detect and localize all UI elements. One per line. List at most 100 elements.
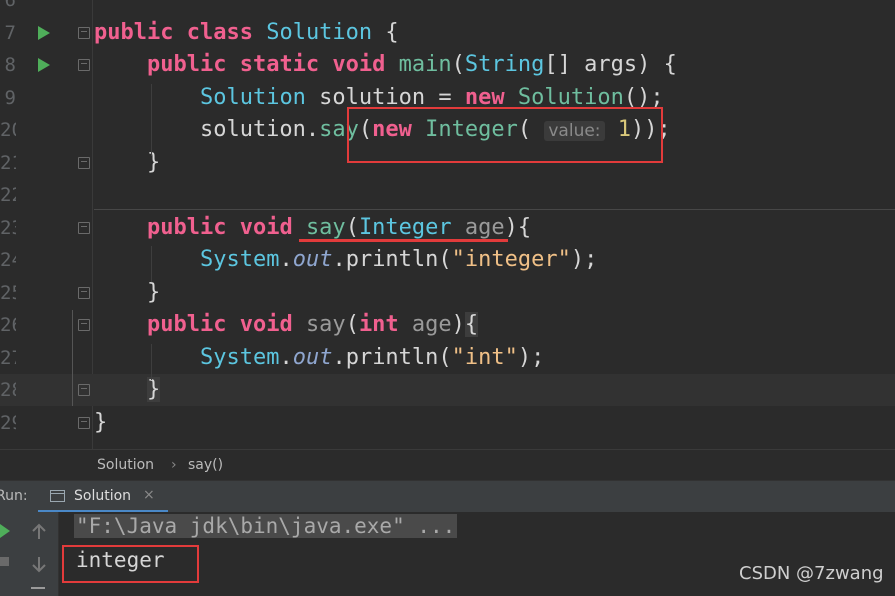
highlight-box-call xyxy=(347,107,663,163)
code-token: say xyxy=(305,214,346,240)
line-number: 8 xyxy=(4,54,16,76)
line-number: 28 xyxy=(0,379,16,401)
fold-icon[interactable] xyxy=(78,416,90,429)
line-number: 9 xyxy=(4,86,16,109)
line-number: 22 xyxy=(0,184,16,206)
run-gutter-icon[interactable] xyxy=(38,25,50,40)
code-line[interactable]: 27 System.out.println("int"); xyxy=(0,342,895,374)
code-line[interactable]: 28 } xyxy=(0,374,895,406)
down-arrow-icon[interactable] xyxy=(32,557,46,573)
code-token: age xyxy=(411,312,452,337)
code-token: public xyxy=(94,312,240,337)
code-line[interactable]: 7 public class Solution { xyxy=(0,17,895,49)
settings-icon[interactable] xyxy=(31,587,45,589)
rerun-icon[interactable] xyxy=(0,524,10,538)
line-number: 24 xyxy=(0,249,16,271)
code-token: int xyxy=(358,312,412,337)
code-text: } xyxy=(94,407,107,439)
code-token: public xyxy=(94,52,240,77)
code-line[interactable]: 29} xyxy=(0,407,895,439)
code-token: } xyxy=(94,279,161,305)
code-token: ) xyxy=(451,312,465,337)
breadcrumb-class[interactable]: Solution xyxy=(97,457,154,473)
code-token: .println( xyxy=(332,344,452,370)
code-token: ( xyxy=(345,312,359,337)
line-number: 6 xyxy=(4,0,16,11)
code-token: age xyxy=(451,214,505,240)
line-number: 20 xyxy=(0,119,16,141)
code-text: public class Solution { xyxy=(94,17,399,49)
code-token: { xyxy=(464,312,479,337)
code-token: .println( xyxy=(332,247,452,272)
method-separator xyxy=(94,209,895,210)
console-icon xyxy=(50,490,65,502)
code-text: System.out.println("int"); xyxy=(94,342,544,374)
code-token: Solution xyxy=(266,19,373,45)
fold-icon[interactable] xyxy=(78,221,90,234)
run-tool-window-header: Run: Solution × xyxy=(0,480,895,513)
code-line[interactable]: 25 } xyxy=(0,277,895,309)
code-token: say xyxy=(305,312,346,337)
code-token: String xyxy=(464,52,545,77)
code-token: void xyxy=(332,52,399,77)
code-token: System xyxy=(199,344,280,370)
run-tab-solution[interactable]: Solution × xyxy=(38,481,168,513)
code-token: (); xyxy=(623,84,664,110)
code-token: } xyxy=(94,409,108,435)
run-tab-label: Solution xyxy=(74,488,132,504)
fold-icon[interactable] xyxy=(78,319,90,331)
code-token: System xyxy=(199,247,280,272)
code-token: new xyxy=(464,84,518,110)
code-token: } xyxy=(146,377,161,402)
code-line[interactable]: 24 System.out.println("integer"); xyxy=(0,244,895,276)
code-token: solution. xyxy=(94,117,320,142)
breadcrumb-method[interactable]: say() xyxy=(188,457,223,473)
breadcrumb-separator: › xyxy=(171,457,177,473)
code-token: ( xyxy=(451,52,465,77)
line-number: 26 xyxy=(0,314,16,336)
highlight-box-output xyxy=(62,545,199,583)
run-label: Run: xyxy=(0,488,28,504)
code-token: void xyxy=(239,214,306,240)
code-token: ); xyxy=(517,344,545,370)
line-number: 21 xyxy=(0,151,16,174)
code-token: "integer" xyxy=(451,247,571,272)
code-token: void xyxy=(239,312,306,337)
line-number: 27 xyxy=(0,346,16,369)
code-text: System.out.println("integer"); xyxy=(94,244,597,276)
code-token: "int" xyxy=(451,344,518,370)
breadcrumb: Solution › say() xyxy=(0,449,895,481)
code-token: Solution xyxy=(517,84,624,110)
close-icon[interactable]: × xyxy=(143,487,155,503)
code-editor[interactable]: 6 7 public class Solution {8 public static… xyxy=(0,0,895,449)
stop-icon[interactable] xyxy=(0,557,9,566)
code-token: out xyxy=(292,247,333,272)
run-gutter-icon[interactable] xyxy=(38,58,50,72)
code-text: public static void main(String[] args) { xyxy=(94,49,677,81)
code-token: Integer xyxy=(358,214,452,240)
code-token: . xyxy=(279,344,293,370)
code-token: ( xyxy=(345,214,359,240)
code-token: class xyxy=(186,19,267,45)
code-line[interactable]: 26 public void say(int age){ xyxy=(0,309,895,341)
side-toolbar-divider xyxy=(58,512,59,596)
code-token: out xyxy=(292,344,333,370)
fold-icon[interactable] xyxy=(78,59,90,71)
fold-icon[interactable] xyxy=(78,26,90,39)
indent-guide xyxy=(151,344,152,380)
code-token: static xyxy=(239,52,333,77)
fold-icon[interactable] xyxy=(78,286,90,299)
fold-icon[interactable] xyxy=(78,384,90,396)
line-number: 23 xyxy=(0,216,16,239)
fold-icon[interactable] xyxy=(78,156,90,169)
code-token: . xyxy=(279,247,293,272)
code-token: Solution xyxy=(199,84,306,110)
code-line[interactable]: 8 public static void main(String[] args)… xyxy=(0,49,895,81)
up-arrow-icon[interactable] xyxy=(32,523,46,539)
watermark: CSDN @7zwang xyxy=(739,563,884,584)
code-line[interactable]: 22 xyxy=(0,179,895,211)
code-line[interactable]: 6 xyxy=(0,0,895,16)
